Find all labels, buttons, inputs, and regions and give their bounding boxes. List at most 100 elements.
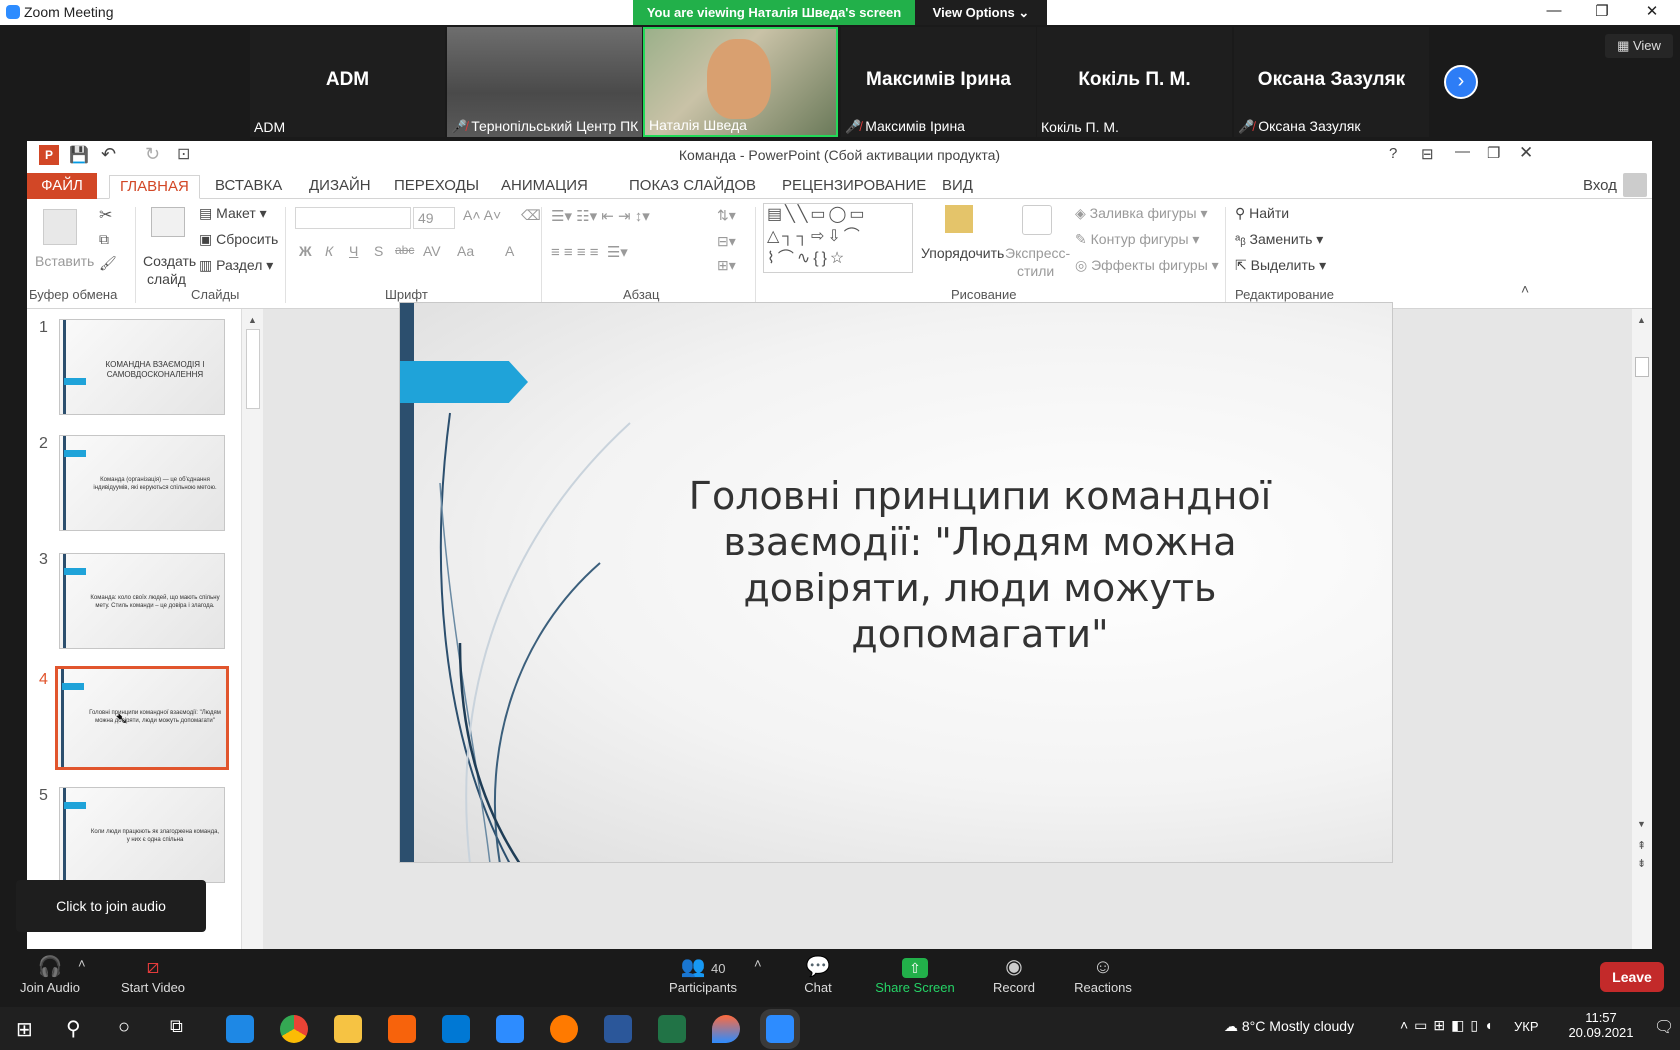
- record-button[interactable]: ◉ Record: [984, 954, 1044, 995]
- shadow-button[interactable]: S: [374, 243, 383, 259]
- participant-tile[interactable]: Максимів Ірина 🎤̸ Максимів Ірина: [841, 27, 1036, 137]
- slide-thumbnail[interactable]: Команда (організація) — це об'єднання ін…: [59, 435, 225, 531]
- minimize-icon[interactable]: —: [1534, 2, 1574, 22]
- task-view-icon[interactable]: ⧉: [170, 1016, 183, 1037]
- app-icon[interactable]: [550, 1015, 578, 1043]
- audio-options-chevron-icon[interactable]: ˄: [78, 956, 86, 971]
- reset-button[interactable]: ▣ Сбросить: [199, 231, 278, 248]
- join-audio-button[interactable]: 🎧 Join Audio: [12, 954, 88, 995]
- reactions-button[interactable]: ☺ Reactions: [1068, 954, 1138, 995]
- start-video-button[interactable]: ⧄ Start Video: [110, 954, 196, 995]
- search-icon[interactable]: ⚲: [66, 1016, 81, 1041]
- signin-link[interactable]: Вход: [1573, 175, 1627, 199]
- paste-button[interactable]: Вставить: [35, 253, 94, 269]
- bold-button[interactable]: Ж: [299, 243, 312, 259]
- layout-button[interactable]: ▤ Макет ▾: [199, 205, 267, 222]
- shapes-gallery[interactable]: ▤╲╲▭◯▭ △┐┐⇨⇩⌒ ⌇⌒∿{}☆: [763, 203, 913, 273]
- participant-tile[interactable]: Оксана Зазуляк 🎤̸ Оксана Зазуляк: [1234, 27, 1429, 137]
- participants-button[interactable]: 👥 40 Participants: [660, 954, 746, 995]
- edge-icon[interactable]: [226, 1015, 254, 1043]
- next-page-arrow-icon[interactable]: ›: [1444, 65, 1478, 99]
- system-tray-icons[interactable]: ˄▭⊞◧▯◖: [1400, 1017, 1499, 1034]
- underline-button[interactable]: Ч: [349, 243, 358, 259]
- mail-icon[interactable]: [442, 1015, 470, 1043]
- windows-start-icon[interactable]: ⊞: [16, 1017, 33, 1042]
- section-button[interactable]: ▥ Раздел ▾: [199, 257, 273, 274]
- tab-design[interactable]: ДИЗАЙН: [299, 175, 381, 199]
- user-avatar-icon[interactable]: [1623, 173, 1647, 197]
- zoom-meeting-taskbar-icon[interactable]: [766, 1015, 794, 1043]
- participant-tile-active-speaker[interactable]: Наталія Шведа: [643, 27, 838, 137]
- scroll-down-icon[interactable]: ▼: [1637, 819, 1646, 829]
- ribbon-display-icon[interactable]: ⊟: [1421, 145, 1434, 163]
- replace-button[interactable]: ᵃᵦ Заменить ▾: [1235, 231, 1323, 248]
- new-slide-button[interactable]: Создать: [143, 253, 196, 269]
- store-icon[interactable]: [388, 1015, 416, 1043]
- chat-button[interactable]: 💬 Chat: [790, 954, 846, 995]
- tab-home[interactable]: ГЛАВНАЯ: [109, 175, 200, 199]
- file-explorer-icon[interactable]: [334, 1015, 362, 1043]
- cut-icon[interactable]: ✂: [99, 205, 112, 225]
- restore-icon[interactable]: ❐: [1582, 2, 1622, 22]
- italic-button[interactable]: К: [325, 243, 333, 259]
- word-icon[interactable]: [604, 1015, 632, 1043]
- cortana-icon[interactable]: ○: [118, 1016, 130, 1039]
- collapse-ribbon-icon[interactable]: ˄: [1521, 281, 1529, 297]
- participant-tile[interactable]: 🎤̸ Тернопільський Центр ПК: [447, 27, 642, 137]
- select-button[interactable]: ⇱ Выделить ▾: [1235, 257, 1326, 274]
- close-icon[interactable]: ✕: [1632, 2, 1672, 22]
- tab-transitions[interactable]: ПЕРЕХОДЫ: [384, 175, 489, 199]
- font-name-combo[interactable]: [295, 207, 411, 229]
- view-button[interactable]: ▦ View: [1605, 34, 1673, 58]
- participants-chevron-icon[interactable]: ˄: [754, 956, 762, 971]
- strikethrough-button[interactable]: abc: [395, 243, 414, 257]
- weather-widget[interactable]: ☁ 8°C Mostly cloudy: [1224, 1018, 1354, 1035]
- chrome-icon[interactable]: [280, 1015, 308, 1043]
- thumbnails-scrollbar[interactable]: ▲: [241, 309, 263, 949]
- text-direction-icon[interactable]: ⇅▾: [717, 207, 736, 224]
- arrange-button[interactable]: Упорядочить: [921, 245, 1004, 261]
- paste-icon[interactable]: [43, 209, 77, 245]
- tab-review[interactable]: РЕЦЕНЗИРОВАНИЕ: [772, 175, 936, 199]
- new-slide-icon[interactable]: [151, 207, 185, 237]
- scroll-up-icon[interactable]: ▲: [1637, 315, 1646, 325]
- align-buttons-icon[interactable]: ≡ ≡ ≡ ≡ ☰▾: [551, 243, 628, 261]
- tab-animation[interactable]: АНИМАЦИЯ: [491, 175, 598, 199]
- font-size-combo[interactable]: 49: [413, 207, 455, 229]
- new-slide-button-line2[interactable]: слайд: [147, 271, 186, 287]
- tab-insert[interactable]: ВСТАВКА: [205, 175, 292, 199]
- slide-scrollbar[interactable]: ▲ ▼ ⇞ ⇟: [1632, 309, 1652, 949]
- slide-thumbnail-selected[interactable]: Головні принципи командної взаємодії: "Л…: [55, 666, 229, 770]
- current-slide[interactable]: Головні принципи командної взаємодії: "Л…: [399, 302, 1393, 863]
- share-screen-button[interactable]: ⇧ Share Screen: [870, 954, 960, 995]
- scrollbar-thumb[interactable]: [246, 329, 260, 409]
- zoom-taskbar-icon[interactable]: [496, 1015, 524, 1043]
- quick-styles-button[interactable]: Экспресс-: [1005, 245, 1070, 261]
- next-slide-icon[interactable]: ⇟: [1637, 857, 1646, 870]
- tab-slideshow[interactable]: ПОКАЗ СЛАЙДОВ: [619, 175, 766, 199]
- tab-view[interactable]: ВИД: [932, 175, 983, 199]
- leave-button[interactable]: Leave: [1600, 962, 1664, 992]
- smartart-icon[interactable]: ⊞▾: [717, 257, 736, 274]
- quick-styles-button-line2[interactable]: стили: [1017, 263, 1054, 279]
- clock[interactable]: 11:57 20.09.2021: [1566, 1010, 1636, 1040]
- participant-tile[interactable]: Кокіль П. М. Кокіль П. М.: [1037, 27, 1232, 137]
- slide-thumbnail[interactable]: Команда: коло своїх людей, що мають спіл…: [59, 553, 225, 649]
- slide-thumbnail[interactable]: КОМАНДНА ВЗАЄМОДІЯ І САМОВДОСКОНАЛЕННЯ: [59, 319, 225, 415]
- list-buttons-icon[interactable]: ☰▾ ☷▾ ⇤ ⇥ ↕▾: [551, 207, 650, 225]
- view-options-button[interactable]: View Options ⌄: [915, 0, 1047, 25]
- previous-slide-icon[interactable]: ⇞: [1637, 839, 1646, 852]
- language-indicator[interactable]: УКР: [1514, 1019, 1539, 1034]
- ppt-close-icon[interactable]: ✕: [1519, 143, 1533, 163]
- ppt-minimize-icon[interactable]: —: [1455, 143, 1470, 160]
- font-color-button[interactable]: A: [505, 243, 514, 259]
- shape-fill-button[interactable]: ◈ Заливка фигуры ▾: [1075, 205, 1208, 222]
- quick-styles-icon[interactable]: [1022, 205, 1052, 235]
- increase-font-icon[interactable]: A˄ A˅: [463, 207, 501, 223]
- participant-tile[interactable]: ADM ADM: [250, 27, 445, 137]
- copy-icon[interactable]: ⧉: [99, 231, 109, 248]
- notifications-icon[interactable]: 🗨: [1654, 1017, 1674, 1037]
- arrange-icon[interactable]: [945, 205, 973, 233]
- change-case-button[interactable]: Aa: [457, 243, 474, 259]
- clear-formatting-icon[interactable]: ⌫: [521, 207, 541, 224]
